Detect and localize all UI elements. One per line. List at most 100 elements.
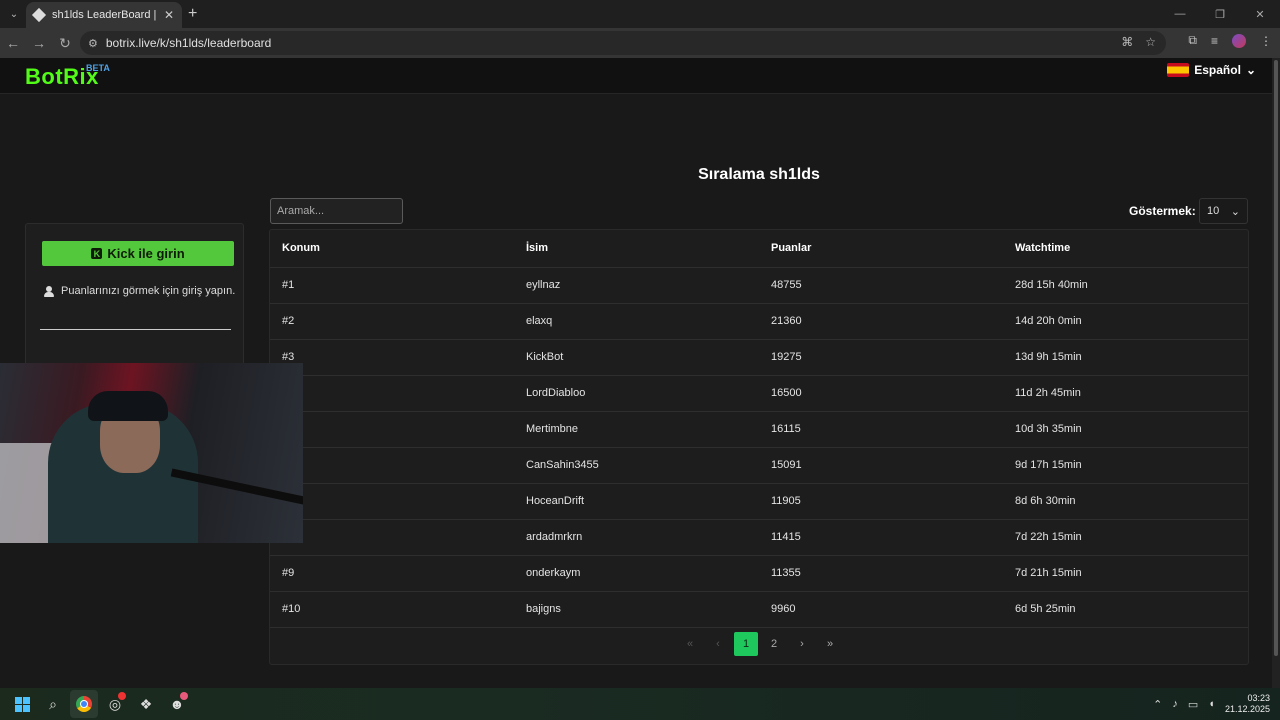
url-text: botrix.live/k/sh1lds/leaderboard xyxy=(105,36,272,50)
app-taskbar-button[interactable]: ◎ xyxy=(101,690,129,718)
site-favicon-icon xyxy=(31,7,47,23)
taskbar: ⌕ ◎ ❖ ☻ ⌃ ♪ ▭ ◖ 03:23 21.12.2025 xyxy=(0,688,1280,720)
table-row: #9 onderkaym 11355 7d 21h 15min xyxy=(270,555,1248,592)
media-controls-icon[interactable]: ≡ xyxy=(1211,34,1218,48)
new-tab-button[interactable]: + xyxy=(188,5,197,23)
microphone-icon[interactable]: ♪ xyxy=(1172,698,1178,710)
close-window-icon[interactable]: ✕ xyxy=(1240,0,1280,28)
table-row: #6CanSahin3455150919d 17h 15min xyxy=(270,447,1248,484)
points-cell: 21360 xyxy=(759,303,1003,340)
watchtime-cell: 6d 5h 25min xyxy=(1003,591,1248,628)
reload-icon[interactable]: ↻ xyxy=(52,30,78,56)
tab-search-button[interactable]: ⌄ xyxy=(4,4,24,24)
name-cell: onderkaym xyxy=(514,555,759,592)
spain-flag-icon xyxy=(1167,63,1190,77)
kick-login-button[interactable]: K Kick ile girin xyxy=(42,241,234,266)
notification-badge xyxy=(180,692,188,700)
name-cell: Mertimbne xyxy=(514,411,759,448)
chevron-down-icon: ⌄ xyxy=(1245,63,1256,77)
points-cell: 48755 xyxy=(759,267,1003,304)
browser-menu-icon[interactable]: ⋮ xyxy=(1260,34,1272,48)
name-cell: CanSahin3455 xyxy=(514,447,759,484)
table-row: #2 elaxq 21360 14d 20h 0min xyxy=(270,303,1248,340)
bookmark-star-icon[interactable]: ☆ xyxy=(1145,35,1156,49)
scrollbar-thumb[interactable] xyxy=(1274,60,1278,656)
table-row: #8ardadmrkrn114157d 22h 15min xyxy=(270,519,1248,556)
table-header-row: Konum İsim Puanlar Watchtime xyxy=(270,230,1248,268)
restore-icon[interactable]: ❐ xyxy=(1200,0,1240,28)
extensions-icon[interactable]: ⧉ xyxy=(1188,33,1197,48)
app-taskbar-button[interactable]: ❖ xyxy=(132,690,160,718)
name-cell: elaxq xyxy=(514,303,759,340)
rank-cell: #10 xyxy=(270,591,514,628)
rank-cell: #5 xyxy=(270,411,514,448)
forward-icon[interactable]: → xyxy=(26,30,52,56)
browser-tab-strip: ⌄ sh1lds LeaderBoard | The best C ✕ + — … xyxy=(0,0,1280,28)
rank-cell: #3 xyxy=(270,339,514,376)
login-card: K Kick ile girin Puanlarınızı görmek içi… xyxy=(25,223,244,373)
back-icon[interactable]: ← xyxy=(0,30,26,56)
network-icon[interactable]: ▭ xyxy=(1188,698,1198,711)
chrome-taskbar-button[interactable] xyxy=(70,690,98,718)
site-header: BotRix BETA Español ⌄ xyxy=(0,58,1272,94)
column-header-points[interactable]: Puanlar xyxy=(759,230,1003,268)
clock[interactable]: 03:23 21.12.2025 xyxy=(1225,693,1270,715)
profile-avatar[interactable] xyxy=(1232,33,1246,48)
next-page-icon[interactable]: › xyxy=(790,632,814,656)
table-row: #4LordDiabloo1650011d 2h 45min xyxy=(270,375,1248,412)
column-header-name[interactable]: İsim xyxy=(514,230,759,268)
browser-tab[interactable]: sh1lds LeaderBoard | The best C ✕ xyxy=(26,2,182,28)
column-header-watchtime[interactable]: Watchtime xyxy=(1003,230,1248,268)
show-entries-label: Göstermek: xyxy=(1129,204,1196,218)
leaderboard-card: Konum İsim Puanlar Watchtime #1 eyllnaz 48… xyxy=(269,229,1249,665)
language-selector[interactable]: Español ⌄ xyxy=(1167,63,1256,77)
discord-taskbar-button[interactable]: ☻ xyxy=(163,690,191,718)
clock-time: 03:23 xyxy=(1247,693,1270,703)
rank-cell: #1 xyxy=(270,267,514,304)
points-cell: 11355 xyxy=(759,555,1003,592)
address-bar[interactable]: ⚙ botrix.live/k/sh1lds/leaderboard ⌘ ☆ xyxy=(80,31,1166,55)
last-page-icon[interactable]: » xyxy=(818,632,842,656)
login-hint: Puanlarınızı görmek için giriş yapın. xyxy=(44,285,235,297)
login-hint-text: Puanlarınızı görmek için giriş yapın. xyxy=(61,285,236,297)
start-button[interactable] xyxy=(8,690,36,718)
table-row: #10 bajigns 9960 6d 5h 25min xyxy=(270,591,1248,628)
rank-cell: #6 xyxy=(270,447,514,484)
divider xyxy=(40,329,231,330)
search-input[interactable] xyxy=(270,198,403,224)
minimize-icon[interactable]: — xyxy=(1160,0,1200,28)
table-row: #5Mertimbne1611510d 3h 35min xyxy=(270,411,1248,448)
prev-page-icon[interactable]: ‹ xyxy=(706,632,730,656)
name-cell: KickBot xyxy=(514,339,759,376)
watchtime-cell: 7d 22h 15min xyxy=(1003,519,1248,556)
name-cell: LordDiabloo xyxy=(514,375,759,412)
page-scrollbar[interactable] xyxy=(1272,58,1280,688)
site-info-icon[interactable]: ⚙ xyxy=(88,37,98,50)
chevron-up-icon[interactable]: ⌃ xyxy=(1153,698,1162,711)
tab-title: sh1lds LeaderBoard | The best C xyxy=(52,9,158,21)
page-button-2[interactable]: 2 xyxy=(762,632,786,656)
volume-icon[interactable]: ◖ xyxy=(1208,698,1215,710)
close-tab-icon[interactable]: ✕ xyxy=(164,8,174,22)
column-header-rank[interactable]: Konum xyxy=(270,230,514,268)
points-cell: 15091 xyxy=(759,447,1003,484)
translate-icon[interactable]: ⌘ xyxy=(1121,35,1133,49)
clock-date: 21.12.2025 xyxy=(1224,704,1270,714)
page-viewport: BotRix BETA Español ⌄ Sıralama sh1lds Gö… xyxy=(0,58,1272,688)
kick-logo-icon: K xyxy=(91,248,103,259)
browser-toolbar: ← → ↻ ⚙ botrix.live/k/sh1lds/leaderboard… xyxy=(0,28,1280,58)
page-title: Sıralama sh1lds xyxy=(698,166,820,183)
page-size-select[interactable]: 10 ⌄ xyxy=(1199,198,1248,224)
first-page-icon[interactable]: « xyxy=(678,632,702,656)
watchtime-cell: 14d 20h 0min xyxy=(1003,303,1248,340)
points-cell: 9960 xyxy=(759,591,1003,628)
webcam-overlay xyxy=(0,363,303,543)
points-cell: 16500 xyxy=(759,375,1003,412)
rank-cell: #8 xyxy=(270,519,514,556)
points-cell: 11905 xyxy=(759,483,1003,520)
chrome-icon xyxy=(76,696,92,712)
windows-logo-icon xyxy=(14,696,30,712)
name-cell: eyllnaz xyxy=(514,267,759,304)
page-button-1[interactable]: 1 xyxy=(734,632,758,656)
search-icon[interactable]: ⌕ xyxy=(39,690,67,718)
